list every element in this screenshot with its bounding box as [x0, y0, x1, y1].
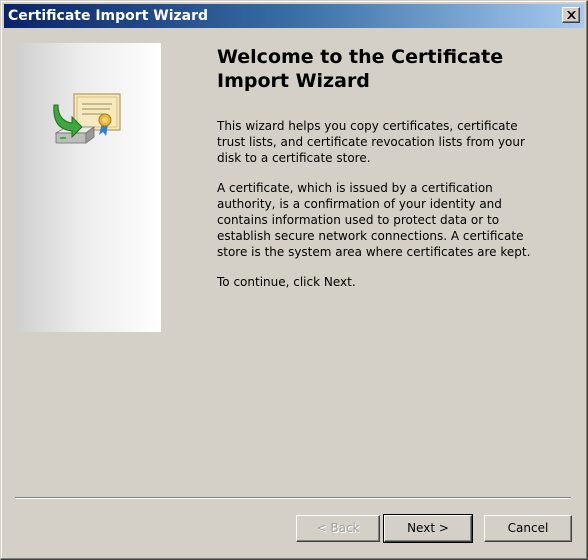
button-separator	[15, 497, 571, 499]
next-button[interactable]: Next >	[383, 514, 473, 543]
cancel-button[interactable]: Cancel	[484, 515, 572, 542]
close-button[interactable]	[562, 7, 580, 23]
continue-instruction: To continue, click Next.	[217, 275, 356, 289]
back-button[interactable]: < Back	[296, 515, 380, 542]
intro-paragraph: This wizard helps you copy certificates,…	[217, 119, 525, 165]
certificate-import-icon	[52, 91, 124, 159]
wizard-window: Certificate Import Wizard Welcome to the…	[0, 0, 588, 560]
wizard-banner	[16, 43, 161, 332]
close-icon	[567, 11, 576, 19]
definition-paragraph: A certificate, which is issued by a cert…	[217, 181, 531, 259]
wizard-heading: Welcome to the Certificate Import Wizard	[217, 46, 504, 92]
title-bar[interactable]: Certificate Import Wizard	[4, 4, 584, 28]
window-title: Certificate Import Wizard	[8, 8, 209, 24]
